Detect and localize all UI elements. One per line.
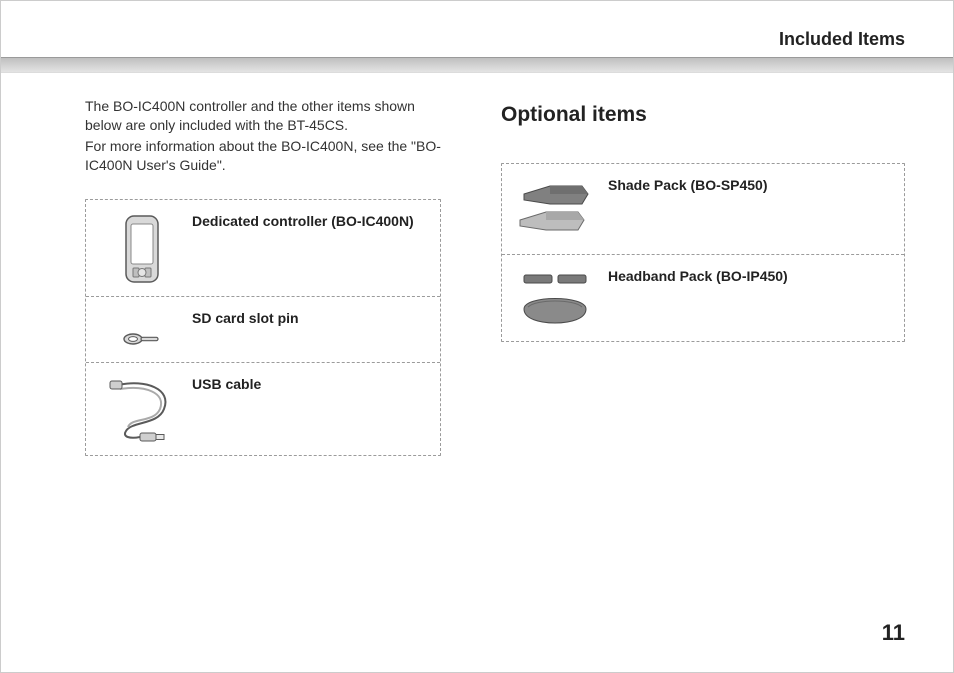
intro-paragraph-2: For more information about the BO-IC400N… bbox=[85, 137, 441, 175]
optional-items-table: Shade Pack (BO-SP450) Headband Pack (BO-… bbox=[501, 163, 905, 342]
intro-paragraph-1: The BO-IC400N controller and the other i… bbox=[85, 97, 441, 135]
table-row: Shade Pack (BO-SP450) bbox=[502, 164, 904, 254]
item-label: Headband Pack (BO-IP450) bbox=[600, 267, 890, 286]
table-row: Dedicated controller (BO-IC400N) bbox=[86, 200, 440, 296]
table-row: USB cable bbox=[86, 362, 440, 455]
table-row: SD card slot pin bbox=[86, 296, 440, 362]
left-column: The BO-IC400N controller and the other i… bbox=[1, 97, 477, 612]
headband-pack-icon bbox=[516, 267, 600, 329]
controller-icon bbox=[100, 212, 184, 284]
page-header-title: Included Items bbox=[779, 27, 905, 51]
content-columns: The BO-IC400N controller and the other i… bbox=[1, 97, 953, 612]
page: Included Items The BO-IC400N controller … bbox=[0, 0, 954, 673]
table-row: Headband Pack (BO-IP450) bbox=[502, 254, 904, 341]
header-band bbox=[1, 57, 953, 73]
right-column: Optional items bbox=[477, 97, 953, 612]
page-number: 11 bbox=[882, 618, 905, 648]
item-label: USB cable bbox=[184, 375, 426, 394]
item-label: Shade Pack (BO-SP450) bbox=[600, 176, 890, 195]
included-extras-table: Dedicated controller (BO-IC400N) SD card… bbox=[85, 199, 441, 456]
sd-pin-icon bbox=[100, 309, 184, 347]
item-label: SD card slot pin bbox=[184, 309, 426, 328]
optional-items-heading: Optional items bbox=[501, 101, 905, 129]
item-label: Dedicated controller (BO-IC400N) bbox=[184, 212, 426, 231]
shade-pack-icon bbox=[516, 176, 600, 242]
usb-cable-icon bbox=[100, 375, 184, 443]
